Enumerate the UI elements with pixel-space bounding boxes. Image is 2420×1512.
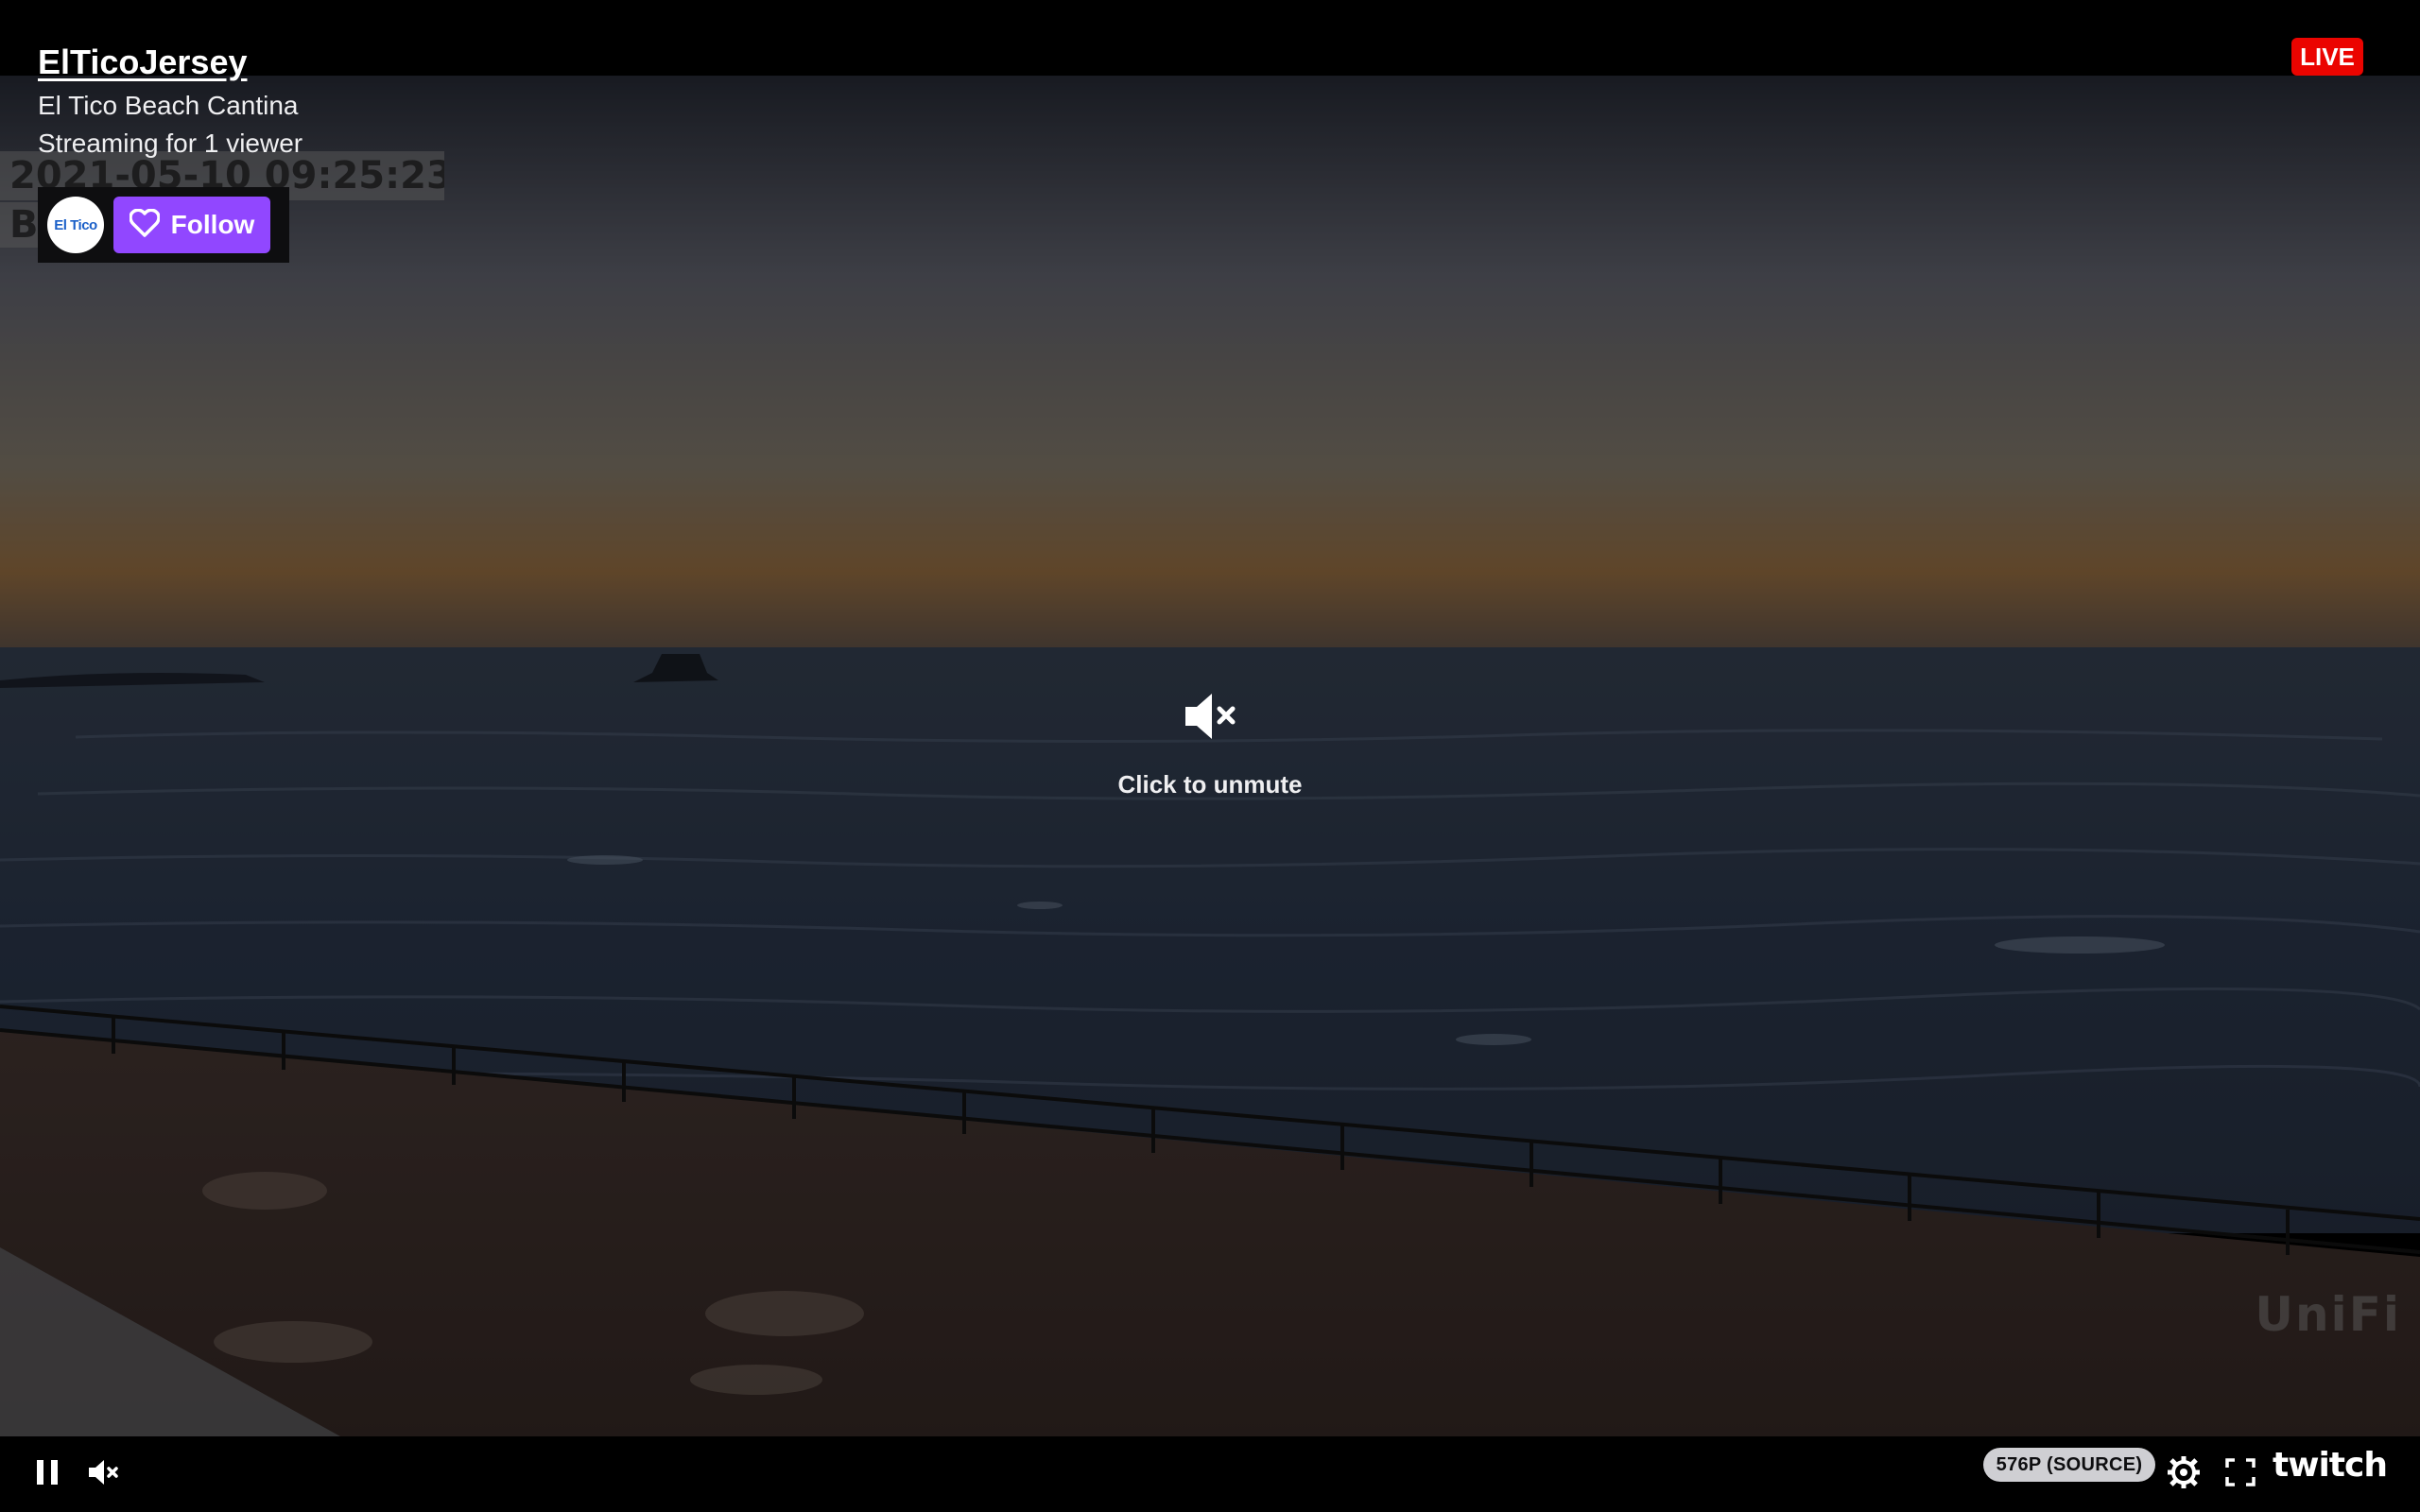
live-badge: LIVE [2291,38,2363,76]
heart-icon [128,208,161,242]
follow-button[interactable]: Follow [113,197,270,253]
muted-speaker-icon [87,1458,121,1491]
channel-avatar[interactable]: El Tico [47,197,104,253]
gear-icon [2166,1454,2202,1493]
fullscreen-button[interactable] [2221,1455,2259,1493]
pause-button[interactable] [28,1455,66,1493]
player-top-bar [0,0,2420,76]
quality-badge[interactable]: 576P (SOURCE) [1983,1448,2155,1482]
pause-icon [34,1458,60,1491]
channel-name-link[interactable]: ElTicoJersey [38,42,247,83]
fullscreen-icon [2225,1457,2256,1491]
twitch-wordmark: twitch [2273,1446,2387,1483]
avatar-logo-text: El Tico [54,216,97,233]
channel-info: ElTicoJersey El Tico Beach Cantina Strea… [38,42,302,163]
follow-label: Follow [170,210,255,239]
video-player[interactable]: 2021-05-10 09:25:23 PM Beach UniFi ElTic… [0,0,2420,1512]
volume-button[interactable] [85,1455,123,1493]
unmute-prompt[interactable]: Click to unmute [1021,690,1399,832]
viewer-count: Streaming for 1 viewer [38,129,303,158]
unmute-label: Click to unmute [1117,770,1303,799]
follow-panel: El Tico Follow [38,187,289,263]
muted-speaker-icon [1182,690,1238,747]
twitch-wordmark-icon: twitch [2273,1446,2388,1483]
twitch-logo[interactable]: twitch [2273,1440,2420,1487]
stream-title: El Tico Beach Cantina [38,91,299,120]
settings-button[interactable] [2165,1454,2203,1493]
